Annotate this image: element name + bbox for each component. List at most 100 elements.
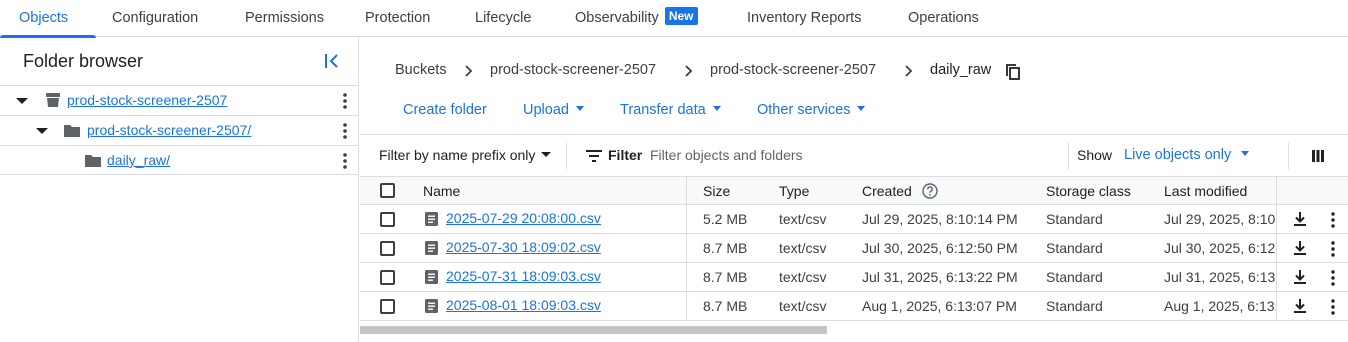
filter-bar: Filter by name prefix only Filter Show L… (360, 134, 1348, 176)
file-name-link[interactable]: 2025-08-01 18:09:03.csv (446, 297, 601, 313)
other-services-button[interactable]: Other services (757, 102, 866, 118)
breadcrumb-buckets[interactable]: Buckets (395, 62, 447, 78)
filter-icon (586, 150, 602, 162)
filter-prefix-dropdown[interactable]: Filter by name prefix only (379, 147, 552, 163)
file-created: Jul 29, 2025, 8:10:14 PM (862, 211, 1018, 227)
file-type: text/csv (779, 298, 827, 314)
copy-icon[interactable] (1006, 64, 1020, 80)
help-icon[interactable] (922, 183, 938, 199)
column-header-created[interactable]: Created (862, 183, 912, 199)
show-label: Show (1077, 147, 1113, 163)
tree-item-folder[interactable]: daily_raw/ (0, 145, 358, 175)
chevron-right-icon (685, 65, 693, 77)
more-options-icon[interactable] (1330, 241, 1336, 257)
show-objects-dropdown[interactable]: Live objects only (1124, 147, 1250, 163)
download-icon[interactable] (1293, 298, 1307, 314)
row-checkbox[interactable] (380, 241, 395, 256)
divider (566, 143, 567, 169)
tab-objects[interactable]: Objects (0, 0, 97, 38)
dropdown-arrow-icon (575, 106, 584, 111)
file-last-modified: Jul 30, 2025, 6:12:50 PM (1164, 240, 1276, 256)
tab-label: Inventory Reports (747, 10, 862, 26)
more-options-icon[interactable] (1330, 212, 1336, 228)
row-checkbox[interactable] (380, 212, 395, 227)
tab-permissions[interactable]: Permissions (245, 0, 324, 37)
caret-down-icon[interactable] (16, 97, 28, 105)
tab-observability[interactable]: Observability New (575, 0, 698, 37)
file-name-link[interactable]: 2025-07-31 18:09:03.csv (446, 268, 601, 284)
more-options-icon[interactable] (1330, 299, 1336, 315)
column-header-size[interactable]: Size (703, 183, 730, 199)
more-options-icon[interactable] (1330, 270, 1336, 286)
divider (1068, 143, 1069, 169)
column-header-storage-class[interactable]: Storage class (1046, 183, 1131, 199)
last-modified-cell: Aug 1, 2025, 6:13:07 PM (1164, 292, 1276, 320)
file-size: 8.7 MB (703, 298, 748, 314)
tree-item-folder[interactable]: prod-stock-screener-2507/ (0, 115, 358, 145)
transfer-data-button[interactable]: Transfer data (620, 102, 721, 118)
column-header-type[interactable]: Type (779, 183, 809, 199)
last-modified-cell: Jul 29, 2025, 8:10:14 PM (1164, 205, 1276, 233)
more-options-icon[interactable] (340, 123, 350, 139)
file-icon (425, 299, 438, 313)
row-checkbox[interactable] (380, 299, 395, 314)
tab-inventory-reports[interactable]: Inventory Reports (747, 0, 861, 37)
file-storage-class: Standard (1046, 269, 1103, 285)
row-checkbox[interactable] (380, 270, 395, 285)
column-display-icon[interactable] (1311, 149, 1325, 163)
folder-icon (64, 125, 80, 137)
filter-label: Filter (608, 147, 643, 163)
more-options-icon[interactable] (340, 93, 350, 109)
new-badge: New (664, 7, 698, 25)
file-storage-class: Standard (1046, 211, 1103, 227)
file-icon (425, 241, 438, 255)
tab-protection[interactable]: Protection (365, 0, 430, 37)
filter-prefix-label: Filter by name prefix only (379, 147, 536, 163)
breadcrumb-bucket[interactable]: prod-stock-screener-2507 (490, 62, 656, 78)
file-name-link[interactable]: 2025-07-30 18:09:02.csv (446, 239, 601, 255)
dropdown-arrow-icon (712, 106, 721, 111)
file-type: text/csv (779, 211, 827, 227)
collapse-panel-icon[interactable] (322, 51, 342, 71)
folder-icon (85, 155, 101, 167)
dropdown-arrow-icon (1241, 151, 1250, 156)
tree-item-bucket[interactable]: prod-stock-screener-2507 (0, 85, 358, 115)
file-created: Aug 1, 2025, 6:13:07 PM (862, 298, 1017, 314)
upload-button[interactable]: Upload (523, 102, 584, 118)
horizontal-scrollbar-thumb[interactable] (360, 326, 827, 334)
tree-item-label[interactable]: prod-stock-screener-2507 (67, 92, 227, 108)
select-all-checkbox[interactable] (380, 183, 395, 198)
download-icon[interactable] (1293, 269, 1307, 285)
download-icon[interactable] (1293, 211, 1307, 227)
file-icon (425, 212, 438, 226)
tab-operations[interactable]: Operations (908, 0, 979, 37)
download-icon[interactable] (1293, 240, 1307, 256)
table-row[interactable]: 2025-07-31 18:09:03.csv 8.7 MB text/csv … (360, 263, 1348, 292)
filter-input[interactable] (650, 141, 1050, 169)
tab-bar: Objects Configuration Permissions Protec… (0, 0, 1348, 38)
tab-label: Permissions (245, 10, 324, 26)
show-objects-value: Live objects only (1124, 147, 1232, 163)
column-header-last-modified[interactable]: Last modified (1164, 183, 1247, 199)
file-name-link[interactable]: 2025-07-29 20:08:00.csv (446, 210, 601, 226)
table-row[interactable]: 2025-07-30 18:09:02.csv 8.7 MB text/csv … (360, 234, 1348, 263)
create-folder-label: Create folder (403, 102, 487, 118)
more-options-icon[interactable] (340, 153, 350, 169)
file-created: Jul 30, 2025, 6:12:50 PM (862, 240, 1018, 256)
file-icon (425, 270, 438, 284)
tree-item-label[interactable]: prod-stock-screener-2507/ (87, 122, 251, 138)
file-type: text/csv (779, 240, 827, 256)
transfer-data-label: Transfer data (620, 102, 706, 118)
table-row[interactable]: 2025-08-01 18:09:03.csv 8.7 MB text/csv … (360, 292, 1348, 321)
caret-down-icon[interactable] (36, 127, 48, 135)
file-size: 8.7 MB (703, 240, 748, 256)
dropdown-arrow-icon (857, 106, 866, 111)
create-folder-button[interactable]: Create folder (403, 102, 487, 118)
breadcrumb-folder[interactable]: prod-stock-screener-2507 (710, 62, 876, 78)
file-storage-class: Standard (1046, 240, 1103, 256)
tree-item-label[interactable]: daily_raw/ (107, 152, 170, 168)
tab-lifecycle[interactable]: Lifecycle (475, 0, 531, 37)
tab-configuration[interactable]: Configuration (112, 0, 198, 37)
column-header-name[interactable]: Name (423, 183, 460, 199)
table-row[interactable]: 2025-07-29 20:08:00.csv 5.2 MB text/csv … (360, 205, 1348, 234)
